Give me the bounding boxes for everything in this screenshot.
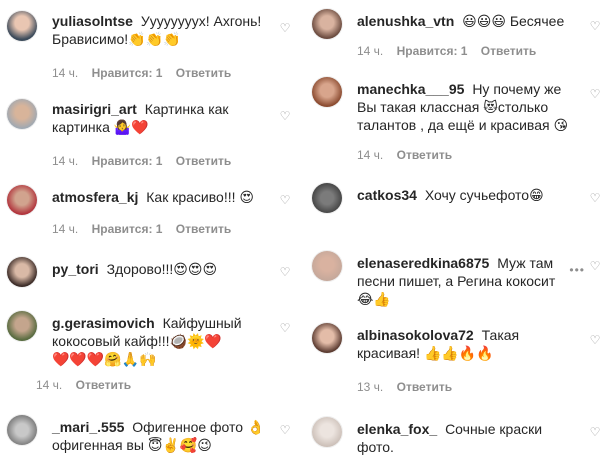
reply-button[interactable]: Ответить <box>176 66 231 80</box>
comment-meta: 14 ч. Нравится: 1 Ответить <box>52 154 241 168</box>
reply-button[interactable]: Ответить <box>397 148 452 162</box>
comment-item: yuliasolntse Уууууууух! Ахгонь! Брависим… <box>0 4 305 84</box>
comment-body: _mari_.555 Офигенное фото 👌 офигенная вы… <box>52 418 265 454</box>
avatar[interactable] <box>311 76 343 108</box>
avatar[interactable] <box>6 310 38 342</box>
comment-body: alenushka_vtn 😃😃😃 Бесячее <box>357 12 575 30</box>
avatar[interactable] <box>6 256 38 288</box>
like-heart-icon[interactable]: ♡ <box>279 266 291 278</box>
avatar[interactable] <box>6 184 38 216</box>
comments-screen: yuliasolntse Уууууууух! Ахгонь! Брависим… <box>0 0 615 470</box>
comment-username[interactable]: albinasokolova72 <box>357 327 474 343</box>
comment-meta: 13 ч. Ответить <box>357 380 462 394</box>
comment-item: elenaseredkina6875 Муж там песни пишет, … <box>305 246 615 316</box>
like-heart-icon[interactable]: ♡ <box>589 88 601 100</box>
avatar[interactable] <box>6 10 38 42</box>
comment-text: Как красиво!!! 😍 <box>146 189 254 205</box>
comment-item: manechka___95 Ну почему же Вы такая клас… <box>305 72 615 172</box>
comment-username[interactable]: manechka___95 <box>357 81 464 97</box>
comment-username[interactable]: g.gerasimovich <box>52 315 155 331</box>
like-heart-icon[interactable]: ♡ <box>589 426 601 438</box>
reply-button[interactable]: Ответить <box>397 380 452 394</box>
comment-meta: 14 ч. Нравится: 1 Ответить <box>52 222 241 236</box>
comment-username[interactable]: yuliasolntse <box>52 13 133 29</box>
comment-username[interactable]: elenka_fox_ <box>357 421 437 437</box>
comment-likes[interactable]: Нравится: 1 <box>92 66 163 80</box>
avatar[interactable] <box>311 322 343 354</box>
reply-button[interactable]: Ответить <box>481 44 536 58</box>
comment-item: masirigri_art Картинка как картинка 🤷‍♀️… <box>0 92 305 172</box>
avatar[interactable] <box>311 8 343 40</box>
comment-item: g.gerasimovich Кайфушный кокосовый кайф!… <box>0 306 305 396</box>
reply-button[interactable]: Ответить <box>176 222 231 236</box>
like-heart-icon[interactable]: ♡ <box>589 334 601 346</box>
comment-time: 14 ч. <box>52 154 79 168</box>
comment-body: atmosfera_kj Как красиво!!! 😍 <box>52 188 265 206</box>
comment-item: atmosfera_kj Как красиво!!! 😍 ♡ 14 ч. Нр… <box>0 180 305 242</box>
reply-button[interactable]: Ответить <box>176 154 231 168</box>
comment-likes[interactable]: Нравится: 1 <box>92 222 163 236</box>
comment-time: 14 ч. <box>52 66 79 80</box>
comment-username[interactable]: atmosfera_kj <box>52 189 138 205</box>
comment-meta: 14 ч. Нравится: 1 Ответить <box>357 44 546 58</box>
comment-meta: 14 ч. Нравится: 1 Ответить <box>52 66 241 80</box>
avatar[interactable] <box>311 416 343 448</box>
comment-body: elenaseredkina6875 Муж там песни пишет, … <box>357 254 575 308</box>
comment-username[interactable]: elenaseredkina6875 <box>357 255 489 271</box>
comment-body: masirigri_art Картинка как картинка 🤷‍♀️… <box>52 100 265 136</box>
avatar[interactable] <box>6 98 38 130</box>
comment-body: manechka___95 Ну почему же Вы такая клас… <box>357 80 575 134</box>
comment-username[interactable]: catkos34 <box>357 187 417 203</box>
comment-body: py_tori Здорово!!!😍😍😍 <box>52 260 265 278</box>
more-options-icon[interactable]: ••• <box>569 264 585 276</box>
like-heart-icon[interactable]: ♡ <box>279 22 291 34</box>
comment-username[interactable]: masirigri_art <box>52 101 137 117</box>
comment-likes[interactable]: Нравится: 1 <box>92 154 163 168</box>
avatar[interactable] <box>311 182 343 214</box>
comment-item: catkos34 Хочу сучьефото😁 ♡ <box>305 178 615 220</box>
comment-time: 14 ч. <box>357 148 384 162</box>
comment-time: 14 ч. <box>52 222 79 236</box>
comment-item: alenushka_vtn 😃😃😃 Бесячее ♡ 14 ч. Нравит… <box>305 4 615 64</box>
like-heart-icon[interactable]: ♡ <box>279 194 291 206</box>
comment-time: 14 ч. <box>36 378 63 392</box>
comment-text: Здорово!!!😍😍😍 <box>106 261 218 277</box>
comment-time: 14 ч. <box>357 44 384 58</box>
comment-item: py_tori Здорово!!!😍😍😍 ♡ <box>0 252 305 292</box>
comment-item: _mari_.555 Офигенное фото 👌 офигенная вы… <box>0 410 305 466</box>
avatar[interactable] <box>311 250 343 282</box>
like-heart-icon[interactable]: ♡ <box>589 260 601 272</box>
comment-username[interactable]: py_tori <box>52 261 99 277</box>
comment-body: g.gerasimovich Кайфушный кокосовый кайф!… <box>52 314 265 368</box>
like-heart-icon[interactable]: ♡ <box>589 192 601 204</box>
like-heart-icon[interactable]: ♡ <box>279 322 291 334</box>
comment-text: Хочу сучьефото😁 <box>424 187 544 203</box>
comment-text: 😃😃😃 Бесячее <box>462 13 565 29</box>
like-heart-icon[interactable]: ♡ <box>279 424 291 436</box>
comment-body: elenka_fox_ Сочные краски фото. <box>357 420 575 456</box>
reply-button[interactable]: Ответить <box>76 378 131 392</box>
comment-body: yuliasolntse Уууууууух! Ахгонь! Брависим… <box>52 12 265 48</box>
comment-likes[interactable]: Нравится: 1 <box>397 44 468 58</box>
comment-meta: 14 ч. Ответить <box>357 148 462 162</box>
comment-body: catkos34 Хочу сучьефото😁 <box>357 186 575 204</box>
comment-time: 13 ч. <box>357 380 384 394</box>
comment-username[interactable]: _mari_.555 <box>52 419 124 435</box>
comment-body: albinasokolova72 Такая красивая! 👍👍🔥🔥 <box>357 326 575 362</box>
comment-item: elenka_fox_ Сочные краски фото. ♡ <box>305 412 615 468</box>
comment-meta: 14 ч. Ответить <box>36 378 141 392</box>
comment-username[interactable]: alenushka_vtn <box>357 13 454 29</box>
comment-item: albinasokolova72 Такая красивая! 👍👍🔥🔥 ♡ … <box>305 318 615 398</box>
avatar[interactable] <box>6 414 38 446</box>
like-heart-icon[interactable]: ♡ <box>279 110 291 122</box>
like-heart-icon[interactable]: ♡ <box>589 20 601 32</box>
